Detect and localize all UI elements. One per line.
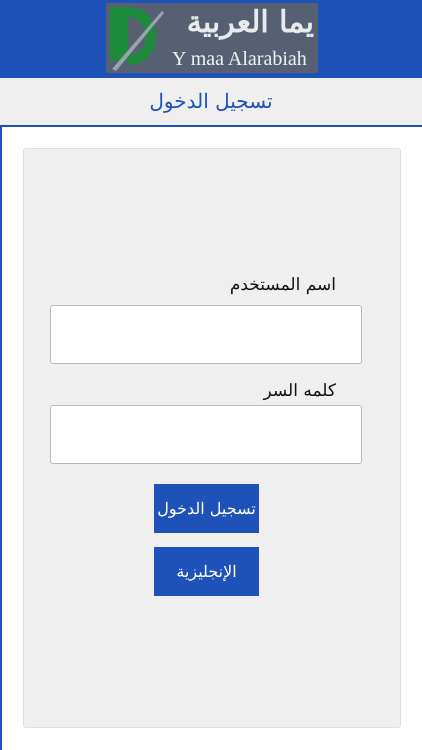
brand-logo: يما العربية Y maa Alarabiah	[106, 3, 318, 73]
page-title-bar: تسجيل الدخول	[0, 78, 422, 127]
username-label: اسم المستخدم	[229, 275, 336, 295]
login-button[interactable]: تسجيل الدخول	[154, 484, 259, 533]
login-panel: اسم المستخدم كلمه السر تسجيل الدخول الإن…	[23, 148, 401, 728]
left-divider	[0, 127, 2, 750]
logo-arabic-text: يما العربية	[186, 5, 314, 40]
logo-mark-icon	[106, 3, 166, 73]
app-header: يما العربية Y maa Alarabiah	[0, 0, 422, 78]
page-title: تسجيل الدخول	[149, 89, 273, 113]
username-field[interactable]	[50, 305, 362, 364]
logo-english-text: Y maa Alarabiah	[172, 48, 307, 70]
password-field[interactable]	[50, 405, 362, 464]
english-language-button[interactable]: الإنجليزية	[154, 547, 259, 596]
password-label: كلمه السر	[263, 381, 336, 401]
